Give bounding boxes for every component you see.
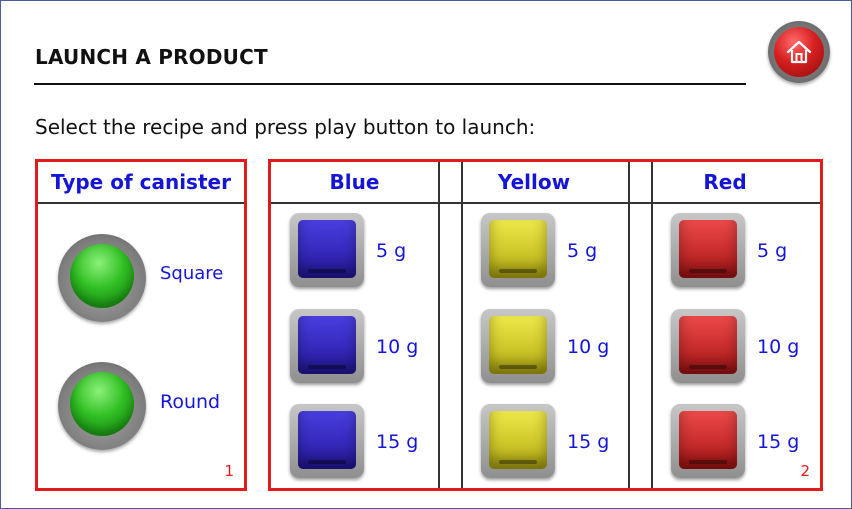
yellow-15g-button[interactable]: [481, 404, 555, 478]
button-bar: [308, 269, 346, 273]
red-15g-button[interactable]: [671, 404, 745, 478]
canister-type-header: Type of canister: [38, 162, 244, 204]
red-15g-label: 15 g: [757, 431, 800, 453]
instruction-text: Select the recipe and press play button …: [35, 115, 536, 139]
square-canister-button[interactable]: [58, 234, 146, 322]
blue-15g-button[interactable]: [290, 404, 364, 478]
button-bar: [308, 460, 346, 464]
panel-number-2: 2: [800, 462, 810, 480]
panel-number-1: 1: [224, 462, 234, 480]
blue-5g-button[interactable]: [290, 213, 364, 287]
red-5g-button[interactable]: [671, 213, 745, 287]
yellow-15g-button-face: [489, 411, 547, 469]
button-bar: [689, 460, 727, 464]
page-title: LAUNCH A PRODUCT: [35, 45, 268, 69]
home-button-face: [774, 27, 824, 77]
column-divider: [461, 162, 463, 488]
column-divider: [438, 162, 440, 488]
blue-column-header: Blue: [271, 162, 438, 204]
home-button[interactable]: [768, 21, 830, 83]
button-bar: [689, 365, 727, 369]
yellow-10g-button[interactable]: [481, 309, 555, 383]
yellow-10g-label: 10 g: [567, 336, 610, 358]
yellow-column-header: Yellow: [440, 162, 628, 204]
round-canister-button[interactable]: [58, 362, 146, 450]
canister-type-panel: Type of canister Square Round 1: [35, 159, 247, 491]
yellow-5g-button[interactable]: [481, 213, 555, 287]
red-10g-label: 10 g: [757, 336, 800, 358]
square-canister-button-face: [70, 244, 134, 308]
yellow-5g-label: 5 g: [567, 240, 598, 262]
home-icon: [786, 40, 812, 64]
round-canister-label: Round: [160, 391, 221, 413]
yellow-15g-label: 15 g: [567, 431, 610, 453]
blue-10g-button[interactable]: [290, 309, 364, 383]
blue-15g-button-face: [298, 411, 356, 469]
red-15g-button-face: [679, 411, 737, 469]
button-bar: [308, 365, 346, 369]
column-divider: [651, 162, 653, 488]
yellow-10g-button-face: [489, 316, 547, 374]
blue-10g-button-face: [298, 316, 356, 374]
title-divider: [34, 83, 746, 85]
red-10g-button[interactable]: [671, 309, 745, 383]
red-column-header: Red: [630, 162, 820, 204]
blue-5g-button-face: [298, 220, 356, 278]
button-bar: [499, 269, 537, 273]
column-divider: [628, 162, 630, 488]
blue-15g-label: 15 g: [376, 431, 419, 453]
red-5g-label: 5 g: [757, 240, 788, 262]
red-10g-button-face: [679, 316, 737, 374]
round-canister-button-face: [70, 372, 134, 436]
button-bar: [499, 460, 537, 464]
yellow-5g-button-face: [489, 220, 547, 278]
recipe-panel: Blue Yellow Red 5 g 10 g 15 g 5 g 10 g 1…: [268, 159, 823, 491]
button-bar: [689, 269, 727, 273]
hmi-screen: LAUNCH A PRODUCT Select the recipe and p…: [0, 0, 852, 509]
blue-10g-label: 10 g: [376, 336, 419, 358]
button-bar: [499, 365, 537, 369]
square-canister-label: Square: [160, 263, 224, 284]
blue-5g-label: 5 g: [376, 240, 407, 262]
red-5g-button-face: [679, 220, 737, 278]
